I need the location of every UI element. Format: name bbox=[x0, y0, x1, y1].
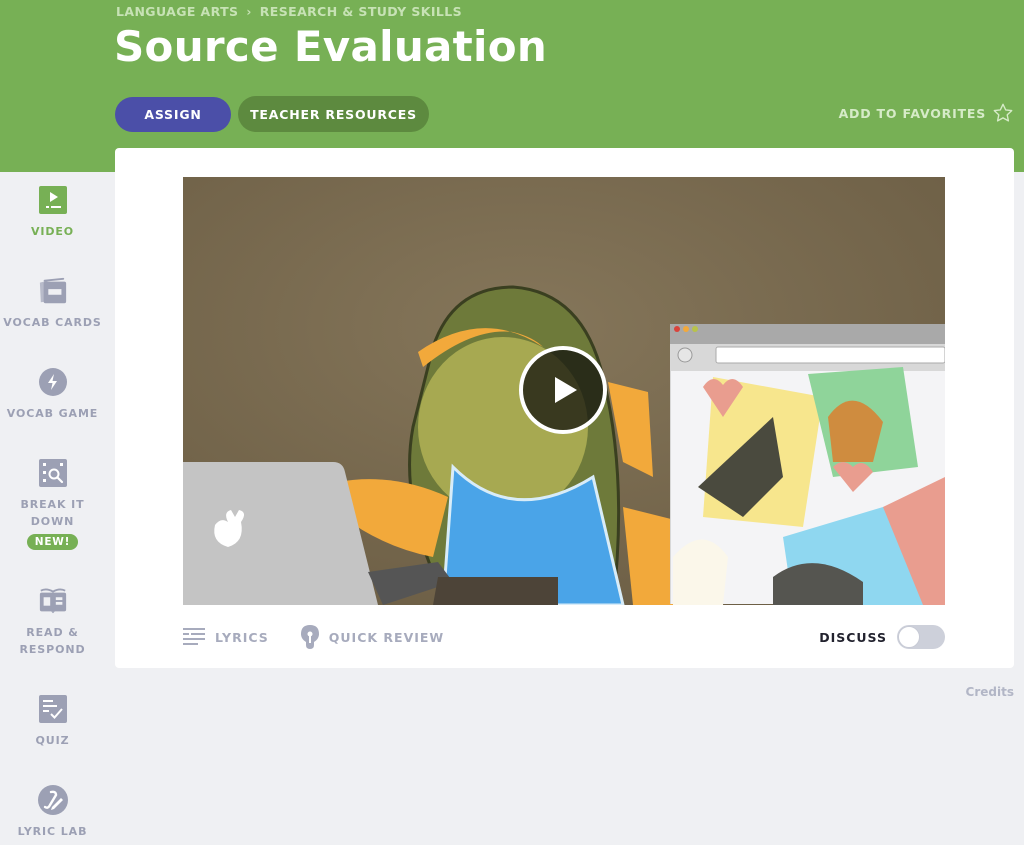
discuss-label: DISCUSS bbox=[819, 629, 887, 645]
magnify-grid-icon bbox=[38, 458, 68, 488]
breadcrumb: LANGUAGE ARTS › RESEARCH & STUDY SKILLS bbox=[116, 4, 462, 19]
vocab-cards-icon bbox=[38, 276, 68, 306]
play-icon bbox=[555, 377, 577, 403]
teacher-resources-button[interactable]: TEACHER RESOURCES bbox=[238, 96, 429, 132]
sidebar-label: READ & RESPOND bbox=[19, 626, 86, 656]
lyrics-button[interactable]: LYRICS bbox=[183, 627, 269, 647]
sidebar-label: BREAK IT DOWN bbox=[20, 498, 85, 528]
discuss-toggle[interactable] bbox=[897, 625, 945, 649]
toggle-knob bbox=[898, 626, 920, 648]
breadcrumb-subject[interactable]: LANGUAGE ARTS bbox=[116, 4, 238, 19]
quiz-check-icon bbox=[38, 694, 68, 724]
add-to-favorites-button[interactable]: ADD TO FAVORITES bbox=[839, 102, 1014, 124]
video-controls: LYRICS QUICK REVIEW DISCUSS bbox=[183, 622, 945, 652]
lyrics-label: LYRICS bbox=[215, 629, 269, 645]
assign-button[interactable]: ASSIGN bbox=[115, 97, 231, 132]
video-card: LYRICS QUICK REVIEW DISCUSS bbox=[115, 148, 1014, 668]
sidebar-item-video[interactable]: VIDEO bbox=[0, 185, 105, 240]
sidebar-item-lyric-lab[interactable]: LYRIC LAB bbox=[0, 785, 105, 840]
header-banner: LANGUAGE ARTS › RESEARCH & STUDY SKILLS … bbox=[0, 0, 1024, 172]
breadcrumb-separator: › bbox=[246, 4, 252, 19]
sidebar-label: QUIZ bbox=[35, 734, 70, 747]
sidebar-label: VOCAB GAME bbox=[6, 407, 99, 420]
discuss-control: DISCUSS bbox=[819, 625, 945, 649]
credits-link[interactable]: Credits bbox=[966, 685, 1014, 699]
breadcrumb-topic[interactable]: RESEARCH & STUDY SKILLS bbox=[260, 4, 462, 19]
lightning-icon bbox=[38, 367, 68, 397]
sidebar-item-quiz[interactable]: QUIZ bbox=[0, 694, 105, 749]
play-button[interactable] bbox=[519, 346, 607, 434]
lyrics-icon bbox=[183, 628, 205, 645]
lyric-lab-icon bbox=[37, 785, 68, 815]
sidebar-item-vocab-cards[interactable]: VOCAB CARDS bbox=[0, 276, 105, 331]
new-badge: NEW! bbox=[26, 534, 79, 550]
book-icon bbox=[38, 586, 68, 616]
video-player[interactable] bbox=[183, 177, 945, 605]
star-icon bbox=[993, 103, 1013, 122]
favorites-label: ADD TO FAVORITES bbox=[838, 105, 986, 121]
quick-review-button[interactable]: QUICK REVIEW bbox=[300, 625, 445, 649]
sidebar-label: LYRIC LAB bbox=[17, 825, 88, 838]
lightbulb-icon bbox=[300, 625, 319, 649]
sidebar-item-vocab-game[interactable]: VOCAB GAME bbox=[0, 367, 105, 422]
page-title: Source Evaluation bbox=[114, 22, 548, 71]
video-icon bbox=[38, 185, 68, 215]
sidebar-item-break-it-down[interactable]: BREAK IT DOWN NEW! bbox=[0, 458, 105, 550]
sidebar-label: VIDEO bbox=[30, 225, 75, 238]
sidebar-label: VOCAB CARDS bbox=[3, 316, 102, 329]
quick-review-label: QUICK REVIEW bbox=[328, 629, 445, 645]
sidebar-item-read-respond[interactable]: READ & RESPOND bbox=[0, 586, 105, 658]
